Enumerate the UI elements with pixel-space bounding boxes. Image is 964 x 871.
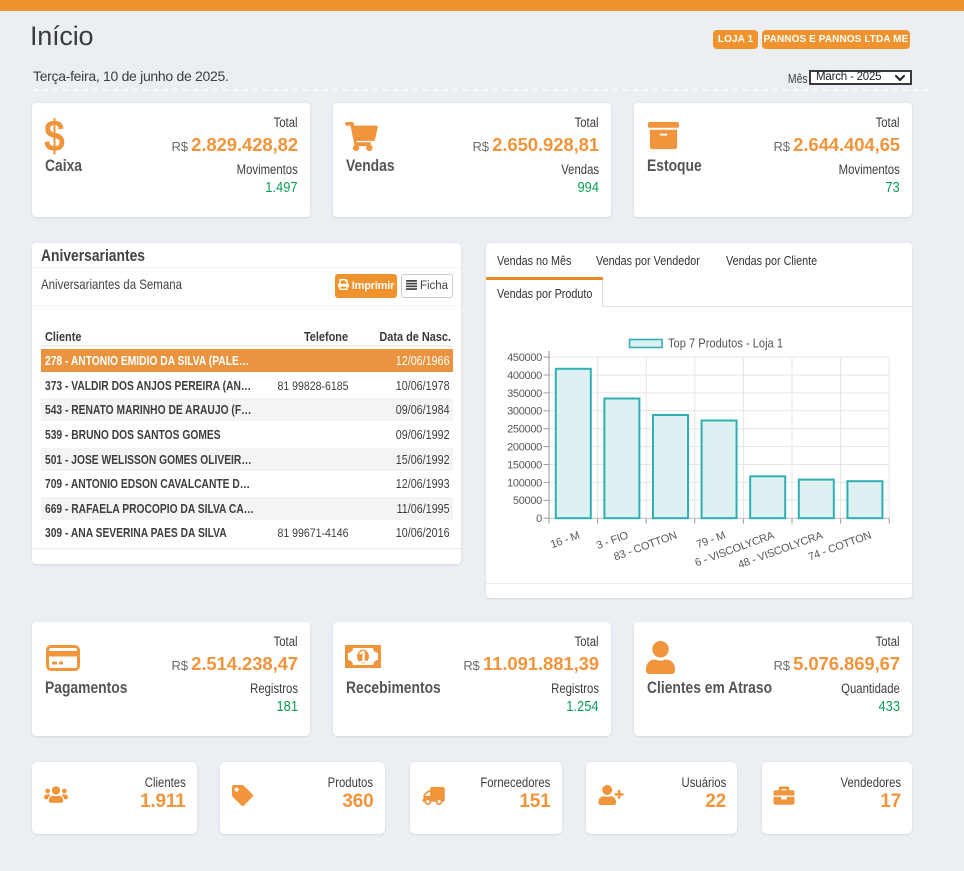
svg-text:200000: 200000 — [507, 442, 542, 454]
svg-text:Top 7 Produtos - Loja 1: Top 7 Produtos - Loja 1 — [668, 337, 783, 351]
svg-text:150000: 150000 — [507, 459, 542, 471]
svg-text:0: 0 — [536, 513, 542, 525]
svg-text:16 - M: 16 - M — [549, 530, 581, 552]
svg-text:400000: 400000 — [507, 370, 542, 382]
svg-text:350000: 350000 — [507, 388, 542, 400]
svg-text:100000: 100000 — [507, 477, 542, 489]
svg-text:300000: 300000 — [507, 406, 542, 418]
svg-text:50000: 50000 — [513, 495, 542, 507]
svg-text:250000: 250000 — [507, 424, 542, 436]
svg-text:450000: 450000 — [507, 352, 542, 364]
